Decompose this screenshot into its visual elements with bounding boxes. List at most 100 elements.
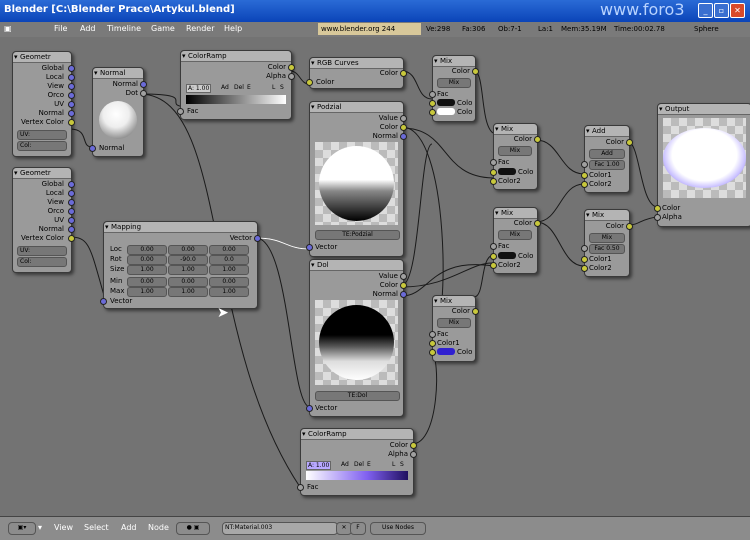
socket-local[interactable] <box>68 74 75 81</box>
socket-global[interactable] <box>68 181 75 188</box>
socket-fac-in[interactable] <box>490 243 497 250</box>
add-node[interactable]: Add Color Add Fac 1.00 Color1 Color2 <box>581 125 633 193</box>
geometry-node-2-header[interactable]: Geometr <box>13 168 71 179</box>
menu-select[interactable]: Select <box>84 523 109 532</box>
colorramp-node-1[interactable]: ColorRamp Color Alpha A: 1.00 Ad Del E L… <box>177 50 295 120</box>
blend-mode-select[interactable]: Mix <box>498 146 532 156</box>
socket-fac-in[interactable] <box>297 484 304 491</box>
rgb-curves-node-header[interactable]: RGB Curves <box>310 58 403 69</box>
texture-dol-node[interactable]: Dol Value Color Normal TE:Dol Vector <box>306 259 407 417</box>
rot-y-field[interactable]: -90.0 <box>168 255 208 265</box>
max-y-field[interactable]: 1.00 <box>168 287 208 297</box>
mix-node-3[interactable]: Mix Color Mix Fac Colo Color2 <box>490 207 541 274</box>
max-x-field[interactable]: 1.00 <box>127 287 167 297</box>
socket-fac-in[interactable] <box>490 159 497 166</box>
geometry-node-1-header[interactable]: Geometr <box>13 52 71 63</box>
geometry-node-1[interactable]: Geometr Global Local View Orco UV Normal… <box>12 51 75 157</box>
size-y-field[interactable]: 1.00 <box>168 265 208 275</box>
min-y-field[interactable]: 0.00 <box>168 277 208 287</box>
min-x-field[interactable]: 0.00 <box>127 277 167 287</box>
socket-color-out[interactable] <box>288 64 295 71</box>
maximize-button[interactable]: ▫ <box>714 3 729 18</box>
socket-fac-in[interactable] <box>429 91 436 98</box>
mix-node-2[interactable]: Mix Color Mix Fac Colo Color2 <box>490 123 541 190</box>
color1-swatch[interactable] <box>437 99 455 106</box>
ramp-gradient-bar[interactable] <box>186 95 286 104</box>
normal-node[interactable]: Normal Normal Dot Normal <box>89 67 147 157</box>
socket-color1-in[interactable] <box>581 256 588 263</box>
collapse-menu-icon[interactable]: ▾ <box>38 523 42 532</box>
socket-value-out[interactable] <box>400 273 407 280</box>
ramp-active-value[interactable]: A: 1.00 <box>306 461 332 470</box>
minimize-button[interactable]: _ <box>698 3 713 18</box>
blend-mode-select[interactable]: Mix <box>498 230 532 240</box>
socket-vector-in[interactable] <box>306 405 313 412</box>
ramp-gradient-bar[interactable] <box>306 471 408 480</box>
ramp-e-button[interactable]: E <box>367 461 371 468</box>
socket-color2-in[interactable] <box>581 181 588 188</box>
mix-node-5-header[interactable]: Mix <box>433 296 475 307</box>
blend-mode-select[interactable]: Add <box>589 149 625 159</box>
normal-node-header[interactable]: Normal <box>93 68 143 79</box>
socket-normal[interactable] <box>68 110 75 117</box>
menu-timeline[interactable]: Timeline <box>107 24 141 33</box>
size-x-field[interactable]: 1.00 <box>127 265 167 275</box>
socket-color1-in[interactable] <box>490 253 497 260</box>
ramp-s-button[interactable]: S <box>280 84 284 91</box>
mix-node-3-header[interactable]: Mix <box>494 208 537 219</box>
socket-color-out[interactable] <box>400 70 407 77</box>
socket-color-in[interactable] <box>306 79 313 86</box>
loc-x-field[interactable]: 0.00 <box>127 245 167 255</box>
socket-value-out[interactable] <box>400 115 407 122</box>
mix-node-5[interactable]: Mix Color Mix Fac Color1 Colo <box>429 295 479 362</box>
socket-vertex-color[interactable] <box>68 235 75 242</box>
menu-add[interactable]: Add <box>80 24 96 33</box>
mix-node-1-header[interactable]: Mix <box>433 56 475 67</box>
texture-dol-node-header[interactable]: Dol <box>310 260 403 271</box>
socket-color1-in[interactable] <box>581 172 588 179</box>
material-name-field[interactable]: NT:Material.003 <box>222 522 338 535</box>
menu-help[interactable]: Help <box>224 24 242 33</box>
use-nodes-button[interactable]: Use Nodes <box>370 522 426 535</box>
node-editor-canvas[interactable]: Geometr Global Local View Orco UV Normal… <box>0 37 750 516</box>
socket-color2-in[interactable] <box>490 262 497 269</box>
menu-view[interactable]: View <box>54 523 73 532</box>
socket-color-out[interactable] <box>472 308 479 315</box>
blend-mode-select[interactable]: Mix <box>437 78 471 88</box>
ramp-add-button[interactable]: Ad <box>341 461 349 468</box>
color1-swatch[interactable] <box>498 168 516 175</box>
socket-color2-in[interactable] <box>429 109 436 116</box>
socket-alpha-out[interactable] <box>410 451 417 458</box>
fac-slider[interactable]: Fac 0.50 <box>589 244 625 254</box>
col-field[interactable]: Col: <box>17 257 67 267</box>
colorramp-node-1-header[interactable]: ColorRamp <box>181 51 291 62</box>
color2-swatch[interactable] <box>437 348 455 355</box>
socket-color2-in[interactable] <box>581 265 588 272</box>
socket-vector-in[interactable] <box>306 244 313 251</box>
socket-view[interactable] <box>68 83 75 90</box>
texture-select[interactable]: TE:Podzial <box>315 230 400 240</box>
fake-user-button[interactable]: F <box>350 522 366 535</box>
output-node[interactable]: Output Color Alpha <box>654 103 750 227</box>
socket-color2-in[interactable] <box>490 178 497 185</box>
mix-node-2-header[interactable]: Mix <box>494 124 537 135</box>
menu-add[interactable]: Add <box>121 523 137 532</box>
ramp-e-button[interactable]: E <box>247 84 251 91</box>
output-node-header[interactable]: Output <box>658 104 750 115</box>
socket-color2-in[interactable] <box>429 349 436 356</box>
socket-color-out[interactable] <box>626 223 633 230</box>
socket-color-out[interactable] <box>410 442 417 449</box>
loc-y-field[interactable]: 0.00 <box>168 245 208 255</box>
geometry-node-2[interactable]: Geometr Global Local View Orco UV Normal… <box>12 167 75 273</box>
mix-node-4[interactable]: Mix Color Mix Fac 0.50 Color1 Color2 <box>581 209 633 277</box>
blend-mode-select[interactable]: Mix <box>437 318 471 328</box>
socket-normal-in[interactable] <box>89 145 96 152</box>
socket-uv[interactable] <box>68 101 75 108</box>
menu-file[interactable]: File <box>54 24 67 33</box>
rot-x-field[interactable]: 0.00 <box>127 255 167 265</box>
socket-view[interactable] <box>68 199 75 206</box>
socket-uv[interactable] <box>68 217 75 224</box>
colorramp-node-2-header[interactable]: ColorRamp <box>301 429 413 440</box>
ramp-add-button[interactable]: Ad <box>221 84 229 91</box>
socket-color1-in[interactable] <box>429 100 436 107</box>
